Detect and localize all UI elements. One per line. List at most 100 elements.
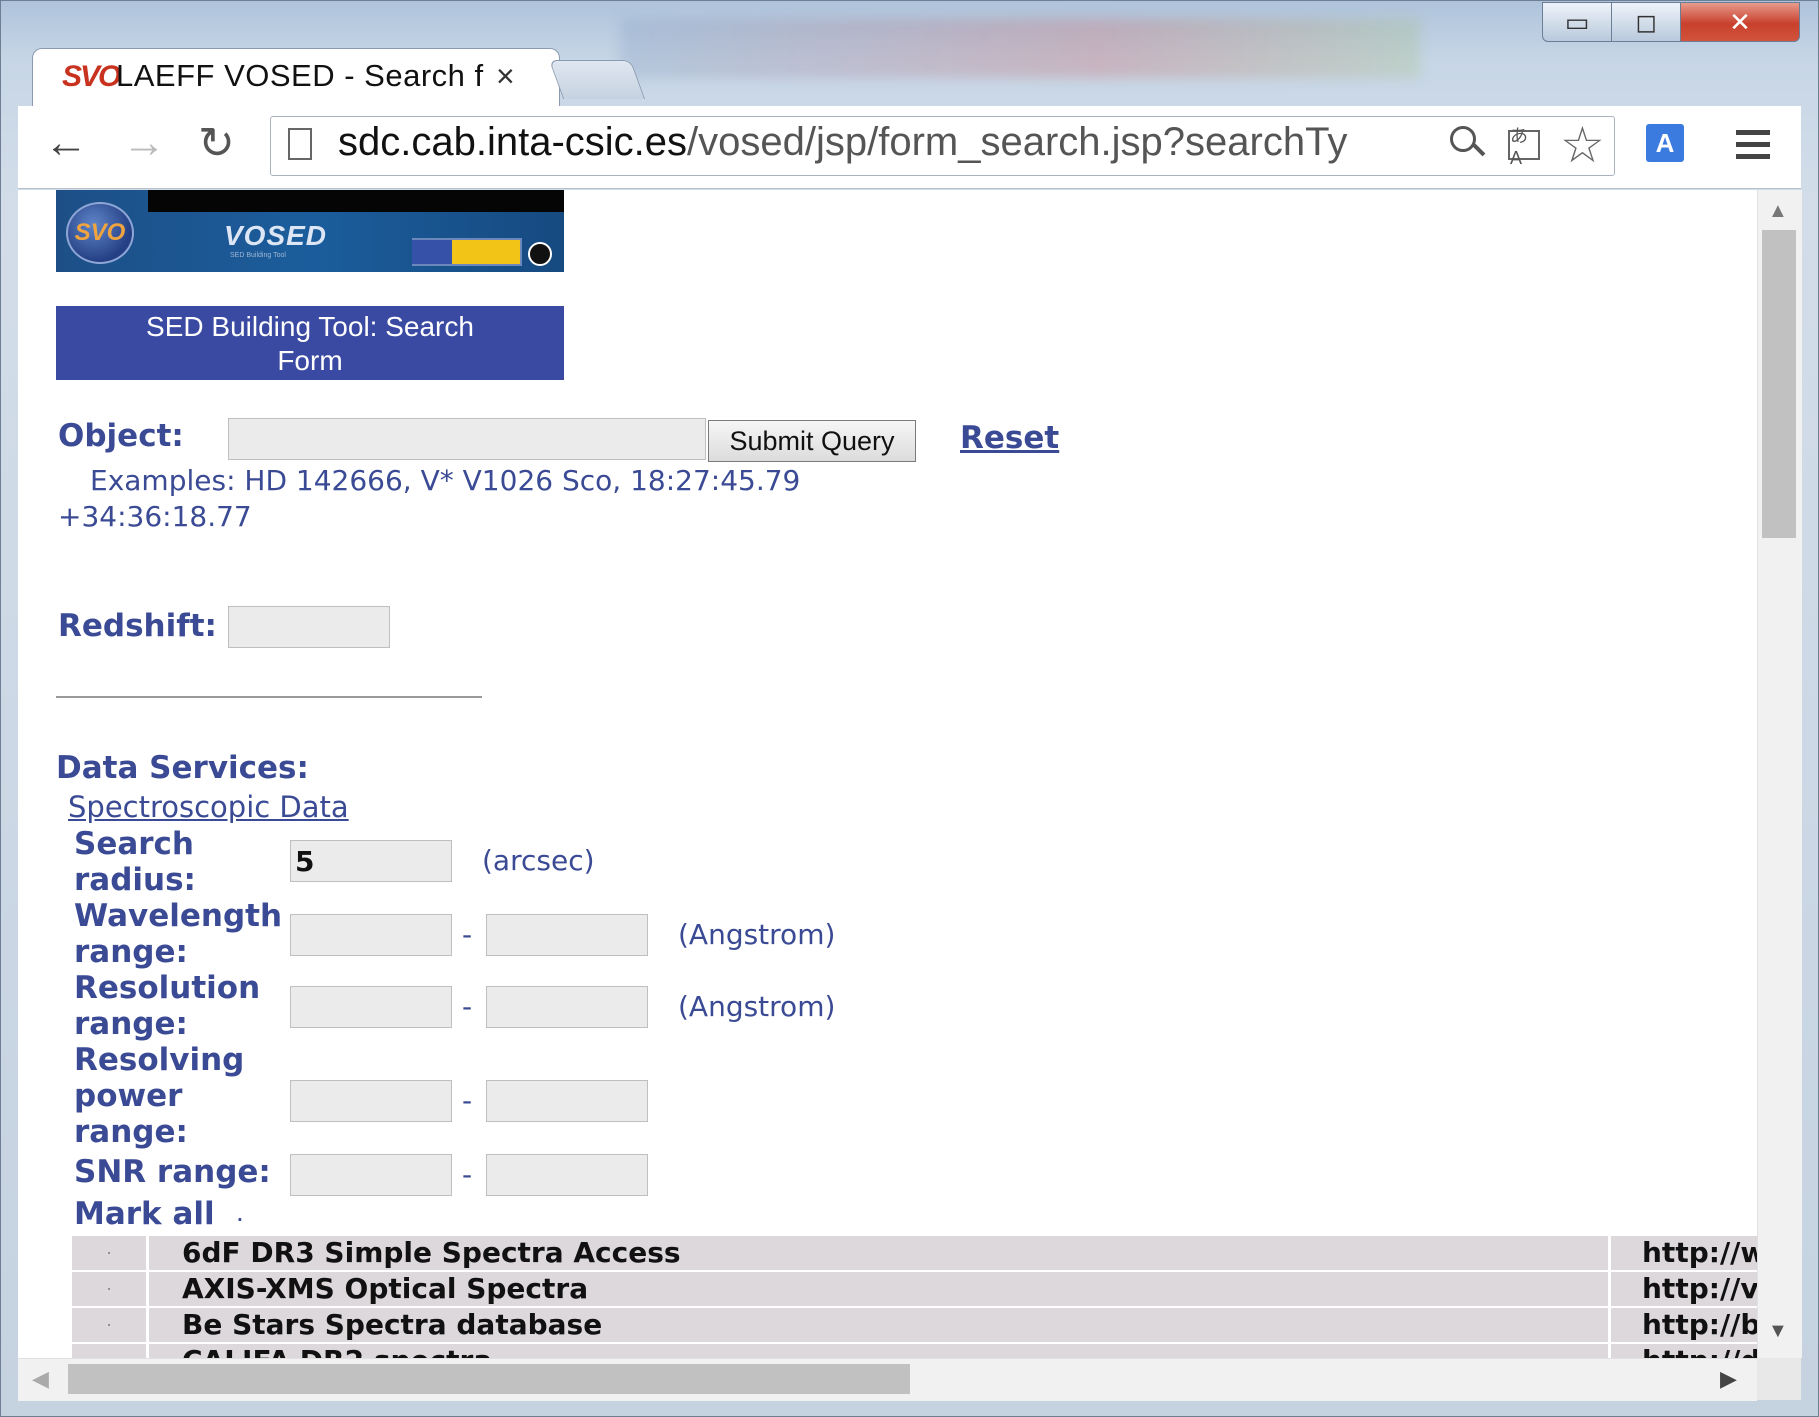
search-radius-label-1: Search <box>74 826 195 862</box>
search-radius-field[interactable] <box>290 840 452 882</box>
object-field[interactable] <box>228 418 706 460</box>
wavelength-max-field[interactable] <box>486 914 648 956</box>
row-separator <box>1608 1272 1611 1306</box>
row-separator <box>146 1344 149 1358</box>
snr-max-field[interactable] <box>486 1154 648 1196</box>
translate-extension-icon[interactable]: A <box>1646 124 1684 162</box>
minimize-icon: ▭ <box>1564 6 1590 37</box>
search-radius-label: Search radius: <box>74 826 196 898</box>
search-radius-input[interactable] <box>291 841 451 881</box>
scroll-down-icon[interactable]: ▼ <box>1768 1320 1788 1343</box>
examples-text-continued: +34:36:18.77 <box>58 500 252 533</box>
table-row[interactable]: · AXIS-XMS Optical Spectra http://ve <box>72 1272 1757 1306</box>
menu-icon[interactable] <box>1736 130 1770 166</box>
resolving-power-label-1: Resolving <box>74 1042 245 1078</box>
maximize-button[interactable]: ◻ <box>1611 2 1681 42</box>
minimize-button[interactable]: ▭ <box>1542 2 1612 42</box>
redshift-input[interactable] <box>229 607 389 647</box>
resolving-power-min-field[interactable] <box>290 1080 452 1122</box>
wavelength-dash: - <box>462 918 473 951</box>
resolving-power-range-label: Resolving power range: <box>74 1042 244 1150</box>
vosed-subtitle: SED Building Tool <box>230 252 286 259</box>
scroll-right-icon[interactable]: ▶ <box>1720 1366 1737 1392</box>
resolution-unit: (Angstrom) <box>678 990 836 1023</box>
new-tab-button[interactable] <box>548 60 646 99</box>
service-name: AXIS-XMS Optical Spectra <box>182 1272 589 1305</box>
service-checkbox[interactable]: · <box>72 1236 146 1270</box>
service-checkbox[interactable]: · <box>72 1272 146 1306</box>
service-url[interactable]: http://dc <box>1642 1344 1757 1358</box>
row-separator <box>1608 1308 1611 1342</box>
resolving-power-dash: - <box>462 1084 473 1117</box>
object-input[interactable] <box>229 419 705 459</box>
vertical-scrollbar-thumb[interactable] <box>1762 230 1796 538</box>
services-table: · 6dF DR3 Simple Spectra Access http://w · A… <box>72 1236 1757 1358</box>
service-checkbox[interactable]: · <box>72 1344 146 1358</box>
resolution-min-field[interactable] <box>290 986 452 1028</box>
tab-favicon-icon: SVO <box>62 60 121 93</box>
search-radius-label-2: radius: <box>74 862 196 898</box>
service-url[interactable]: http://w <box>1642 1236 1757 1270</box>
row-separator <box>146 1236 149 1270</box>
horizontal-scrollbar-thumb[interactable] <box>68 1364 910 1394</box>
tab-close-icon[interactable]: × <box>496 58 515 95</box>
bookmark-star-icon[interactable]: ☆ <box>1560 116 1605 174</box>
vosed-logo: VOSED <box>224 220 328 251</box>
service-name: CALIFA DR2 spectra <box>182 1344 492 1358</box>
service-name: Be Stars Spectra database <box>182 1308 603 1341</box>
zoom-icon[interactable] <box>1450 126 1476 152</box>
close-window-button[interactable]: ✕ <box>1680 2 1800 42</box>
snr-range-label: SNR range: <box>74 1154 271 1190</box>
snr-min-field[interactable] <box>290 1154 452 1196</box>
back-icon[interactable]: ← <box>44 118 88 168</box>
reset-link[interactable]: Reset <box>960 420 1059 456</box>
snr-dash: - <box>462 1158 473 1191</box>
url-text[interactable]: sdc.cab.inta-csic.es/vosed/jsp/form_sear… <box>338 120 1438 165</box>
search-radius-unit: (arcsec) <box>482 844 595 877</box>
forward-icon[interactable]: → <box>122 118 166 168</box>
scroll-left-icon[interactable]: ◀ <box>32 1366 49 1392</box>
service-checkbox[interactable]: · <box>72 1308 146 1342</box>
resolving-power-label-3: range: <box>74 1114 188 1150</box>
table-row[interactable]: · 6dF DR3 Simple Spectra Access http://w <box>72 1236 1757 1270</box>
table-row[interactable]: · CALIFA DR2 spectra http://dc <box>72 1344 1757 1358</box>
wavelength-min-field[interactable] <box>290 914 452 956</box>
data-services-heading: Data Services: <box>56 750 309 786</box>
resolution-dash: - <box>462 990 473 1023</box>
url-host: sdc.cab.inta-csic.es <box>338 120 688 164</box>
tab-title: LAEFF VOSED - Search f <box>116 58 484 93</box>
resolution-range-label: Resolution range: <box>74 970 260 1042</box>
row-separator <box>146 1272 149 1306</box>
resolving-power-label-2: power <box>74 1078 183 1114</box>
resolution-max-field[interactable] <box>486 986 648 1028</box>
page-title-line1: SED Building Tool: Search <box>146 311 474 342</box>
divider <box>56 696 482 698</box>
wavelength-range-label: Wavelength range: <box>74 898 282 970</box>
sponsor-eu-logo <box>412 240 452 264</box>
mark-all-link[interactable]: Mark all <box>74 1196 215 1232</box>
redshift-field[interactable] <box>228 606 390 648</box>
row-separator <box>146 1308 149 1342</box>
object-label: Object: <box>58 418 184 454</box>
spectroscopic-data-link[interactable]: Spectroscopic Data <box>68 790 349 824</box>
table-row[interactable]: · Be Stars Spectra database http://ba <box>72 1308 1757 1342</box>
resolution-label-2: range: <box>74 1006 188 1042</box>
sponsor-circle-logo <box>528 242 552 266</box>
submit-query-button[interactable]: Submit Query <box>708 420 916 462</box>
maximize-icon: ◻ <box>1635 6 1657 37</box>
scroll-up-icon[interactable]: ▲ <box>1768 200 1788 223</box>
service-url[interactable]: http://ba <box>1642 1308 1757 1342</box>
redshift-label: Redshift: <box>58 608 217 644</box>
page-icon <box>288 128 312 160</box>
translate-page-icon[interactable]: あA <box>1508 126 1540 168</box>
reload-icon[interactable]: ↻ <box>198 118 235 169</box>
wavelength-label-1: Wavelength <box>74 898 283 934</box>
resolution-label-1: Resolution <box>74 970 261 1006</box>
taskbar-blur <box>620 18 1420 78</box>
service-url[interactable]: http://ve <box>1642 1272 1757 1306</box>
wavelength-label-2: range: <box>74 934 188 970</box>
banner-top-strip <box>148 190 564 212</box>
resolving-power-max-field[interactable] <box>486 1080 648 1122</box>
mark-all-dot: . <box>236 1196 244 1227</box>
examples-text: Examples: HD 142666, V* V1026 Sco, 18:27… <box>90 464 801 497</box>
